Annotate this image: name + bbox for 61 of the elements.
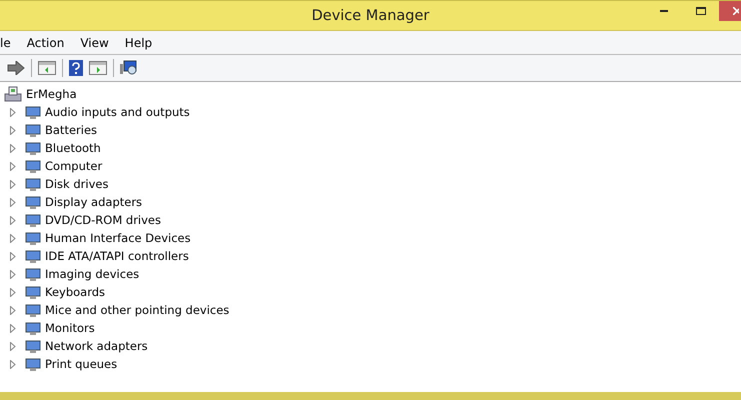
close-icon (733, 7, 739, 15)
tree-item[interactable]: ErMegha (26, 87, 77, 101)
expand-arrow-icon[interactable] (10, 270, 16, 278)
menu-item[interactable]: Help (116, 36, 160, 50)
device-icon (25, 194, 41, 210)
help-icon[interactable] (69, 60, 83, 76)
tree-item[interactable]: Monitors (45, 321, 95, 335)
panel-icon[interactable] (89, 61, 107, 75)
expand-arrow-icon[interactable] (10, 306, 16, 314)
expand-arrow-icon[interactable] (10, 252, 16, 260)
menu-item[interactable]: View (72, 36, 117, 50)
expand-arrow-icon[interactable] (10, 216, 16, 224)
tree-item[interactable]: Mice and other pointing devices (45, 303, 230, 317)
device-icon (25, 266, 41, 282)
forward-arrow-icon[interactable] (7, 61, 25, 75)
device-icon (25, 248, 41, 264)
tree-item[interactable]: Keyboards (45, 285, 106, 299)
tree-item[interactable]: IDE ATA/ATAPI controllers (45, 249, 189, 263)
device-icon (25, 230, 41, 246)
monitor-scan-icon[interactable] (120, 60, 138, 76)
device-icon (25, 104, 41, 120)
minimize-icon (660, 9, 670, 13)
window-title: Device Manager (312, 8, 430, 24)
tree-item[interactable]: Display adapters (45, 195, 142, 209)
expand-arrow-icon[interactable] (10, 108, 16, 116)
device-icon (25, 212, 41, 228)
tree-item[interactable]: Network adapters (45, 339, 148, 353)
tree-item[interactable]: Bluetooth (45, 141, 101, 155)
device-icon (25, 302, 41, 318)
device-icon (25, 122, 41, 138)
device-icon (25, 284, 41, 300)
expand-arrow-icon[interactable] (10, 180, 16, 188)
expand-arrow-icon[interactable] (10, 288, 16, 296)
tree-item[interactable]: Imaging devices (45, 267, 140, 281)
maximize-icon (696, 6, 706, 16)
close-button[interactable] (719, 1, 741, 21)
tree-item[interactable]: Audio inputs and outputs (45, 105, 190, 119)
expand-arrow-icon[interactable] (10, 198, 16, 206)
menu-item[interactable]: le (0, 36, 19, 50)
device-icon (25, 356, 41, 372)
expand-arrow-icon[interactable] (10, 234, 16, 242)
tree-item[interactable]: Human Interface Devices (45, 231, 191, 245)
expand-arrow-icon[interactable] (10, 162, 16, 170)
expand-arrow-icon[interactable] (10, 126, 16, 134)
expand-arrow-icon[interactable] (10, 342, 16, 350)
expand-arrow-icon[interactable] (10, 324, 16, 332)
tree-item[interactable]: DVD/CD-ROM drives (45, 213, 161, 227)
computer-icon (4, 86, 22, 102)
expand-arrow-icon[interactable] (10, 144, 16, 152)
device-icon (25, 158, 41, 174)
device-icon (25, 176, 41, 192)
tree-item[interactable]: Disk drives (45, 177, 108, 191)
device-icon (25, 320, 41, 336)
panel-icon[interactable] (38, 61, 56, 75)
tree-item[interactable]: Batteries (45, 123, 98, 137)
tree-item[interactable]: Computer (45, 159, 102, 173)
expand-arrow-icon[interactable] (10, 360, 16, 368)
device-icon (25, 140, 41, 156)
device-icon (25, 338, 41, 354)
tree-item[interactable]: Print queues (45, 357, 118, 371)
menu-item[interactable]: Action (18, 36, 72, 50)
